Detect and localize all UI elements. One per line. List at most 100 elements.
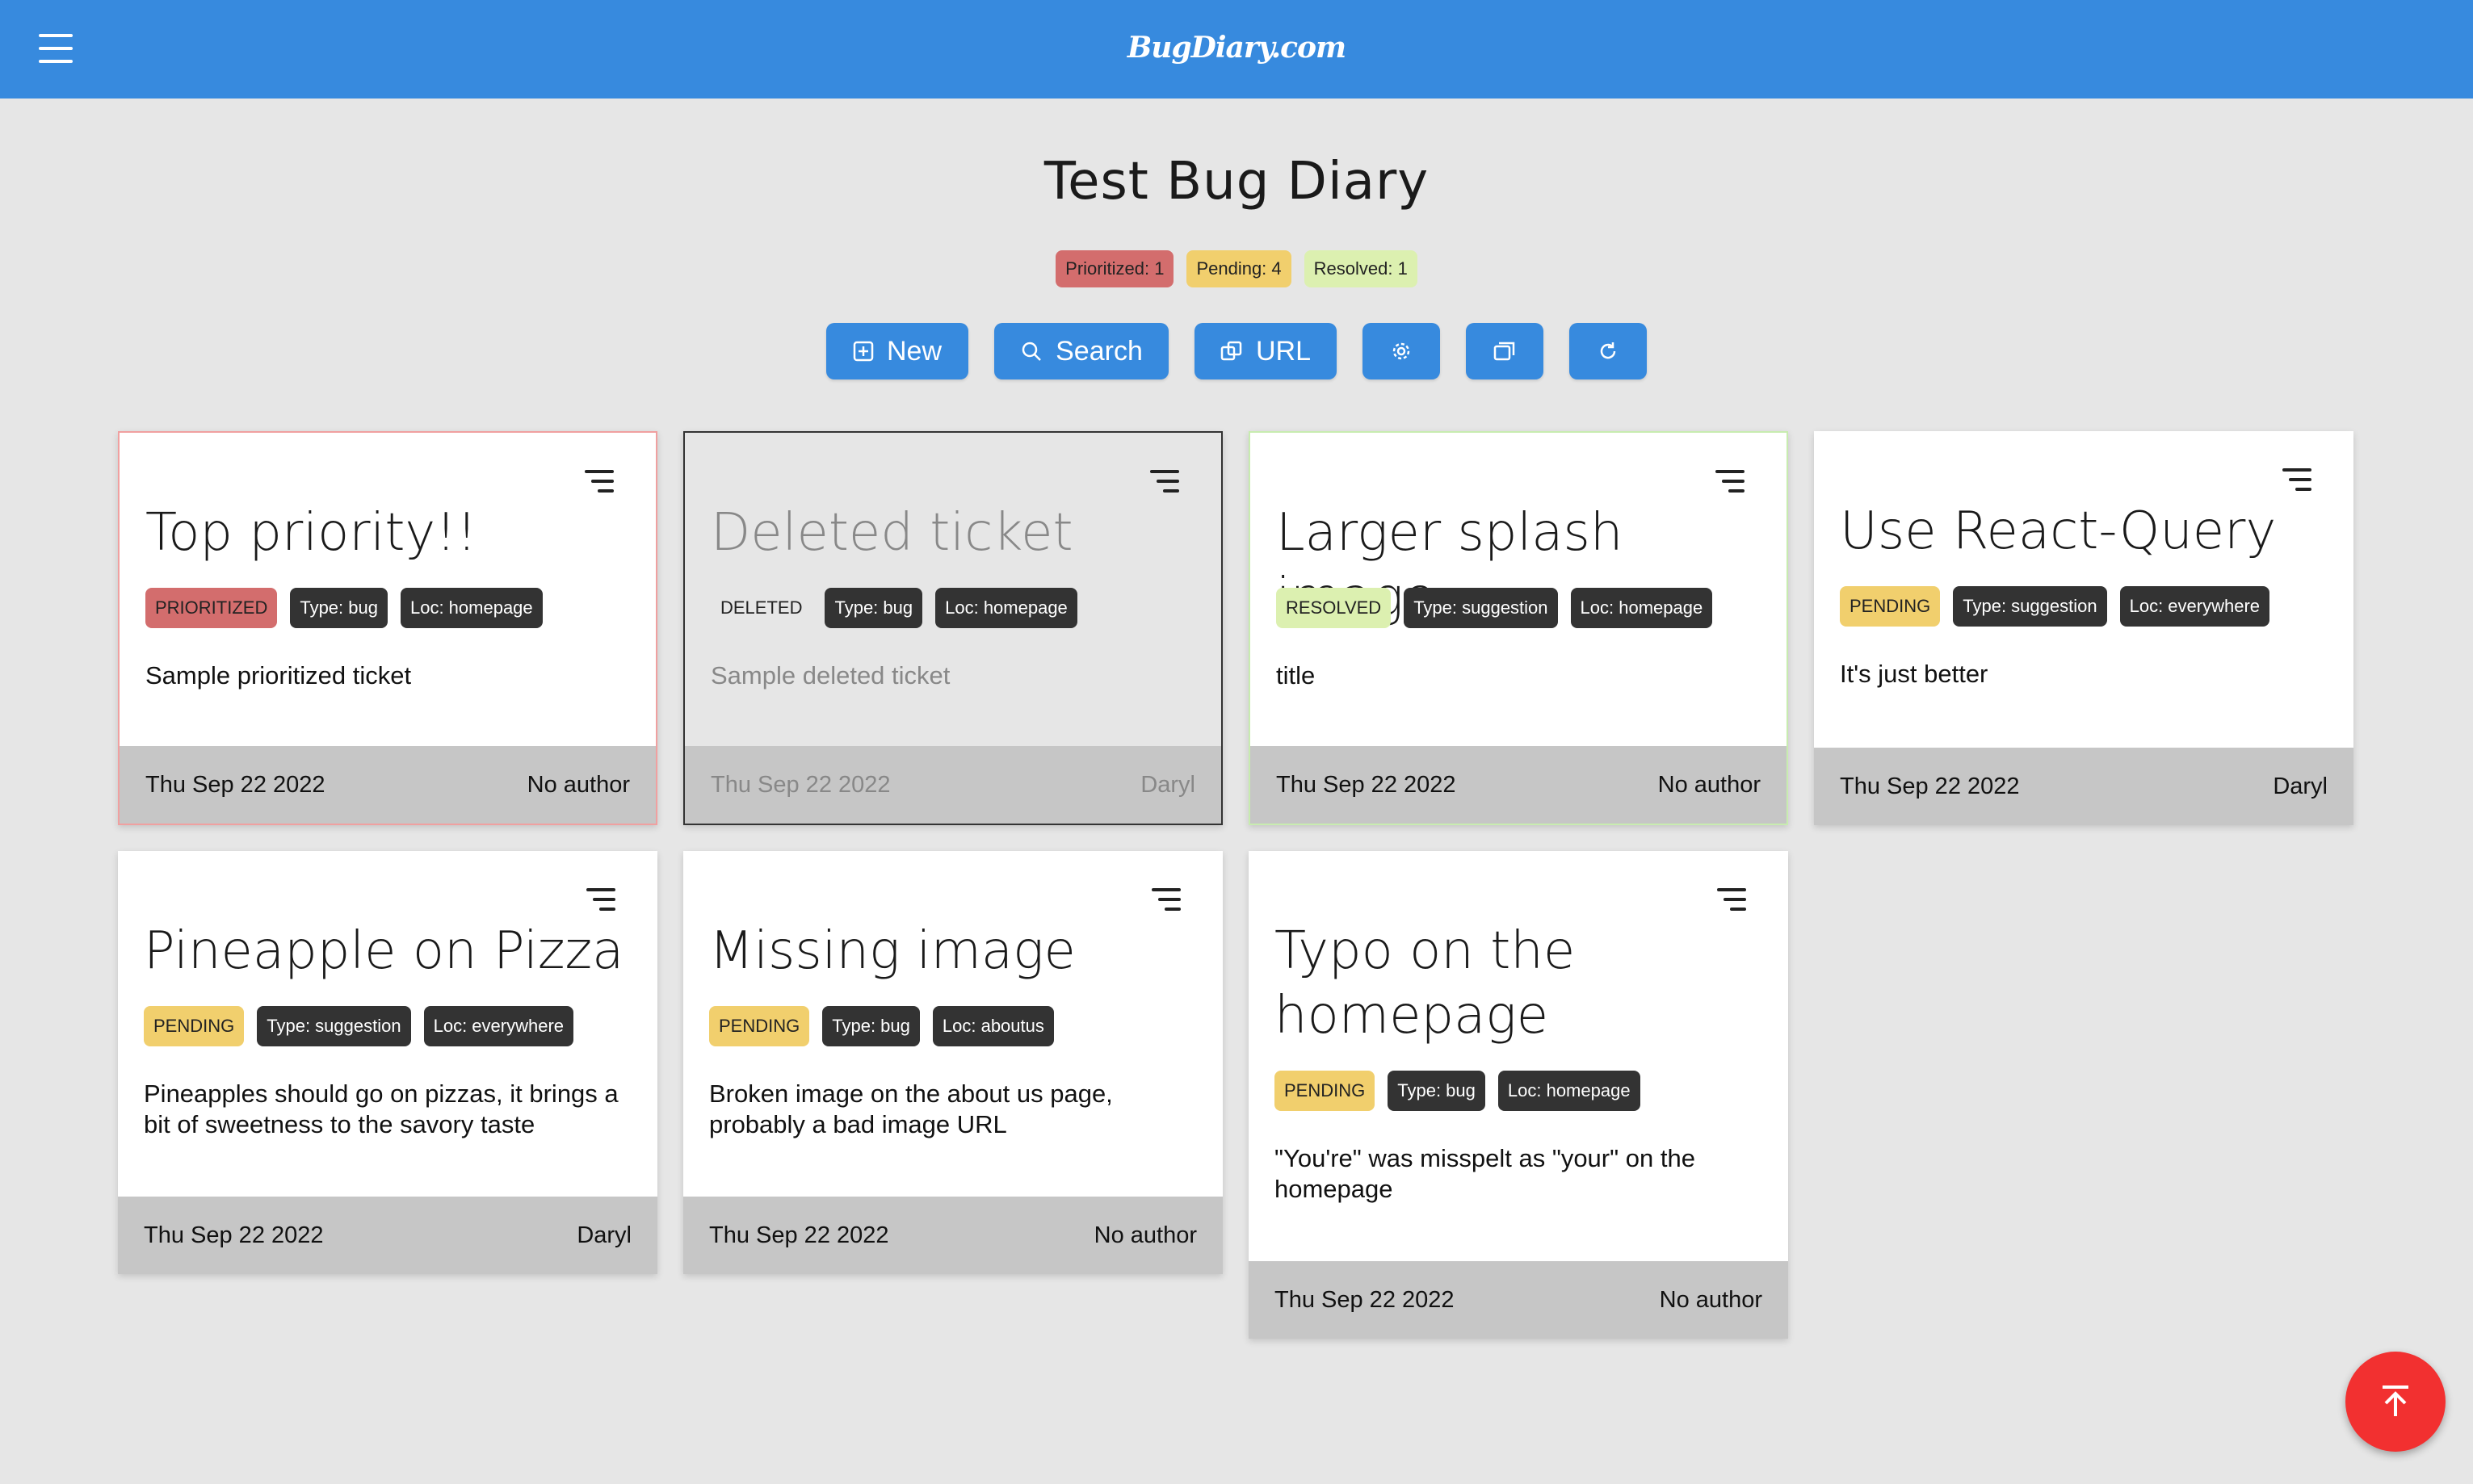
location-badge: Loc: homepage <box>400 588 543 628</box>
site-logo[interactable]: BugDiary.com <box>0 31 2473 65</box>
ticket-card[interactable]: Top priority!! PRIORITIZED Type: bug Loc: h… <box>118 431 657 825</box>
count-badge-resolved: Resolved: 1 <box>1304 250 1417 287</box>
ticket-author: No author <box>1659 1286 1762 1313</box>
refresh-button[interactable] <box>1569 323 1647 379</box>
type-badge: Type: bug <box>1388 1071 1485 1111</box>
ticket-description: Broken image on the about us page, proba… <box>709 1079 1113 1138</box>
ticket-card[interactable]: Use React-Query PENDING Type: suggestion Lo… <box>1814 431 2353 825</box>
ticket-title: Missing image <box>709 921 1076 981</box>
ticket-author: No author <box>1094 1222 1197 1248</box>
ticket-date: Thu Sep 22 2022 <box>1840 773 2020 799</box>
location-badge: Loc: everywhere <box>2119 586 2270 627</box>
ticket-tags: PENDING Type: suggestion Loc: everywhere <box>1840 586 2270 627</box>
window-icon <box>1493 342 1515 361</box>
ticket-card[interactable]: Deleted ticket DELETED Type: bug Loc: homep… <box>683 431 1223 825</box>
ticket-date: Thu Sep 22 2022 <box>145 771 325 798</box>
location-badge: Loc: homepage <box>1497 1071 1640 1111</box>
ticket-card[interactable]: Pineapple on Pizza PENDING Type: suggestio… <box>118 851 657 1274</box>
ticket-title: Pineapple on Pizza <box>144 921 624 981</box>
ticket-date: Thu Sep 22 2022 <box>1276 771 1456 798</box>
ticket-card[interactable]: Missing image PENDING Type: bug Loc: aboutu… <box>683 851 1223 1274</box>
status-badge: PENDING <box>709 1006 810 1046</box>
card-sort-menu-icon[interactable] <box>1717 888 1746 912</box>
card-sort-menu-icon[interactable] <box>1152 888 1181 912</box>
ticket-footer: Thu Sep 22 2022 Daryl <box>1814 748 2353 825</box>
type-badge: Type: bug <box>822 1006 920 1046</box>
ticket-date: Thu Sep 22 2022 <box>1274 1286 1455 1313</box>
card-sort-menu-icon[interactable] <box>586 888 615 912</box>
ticket-description: Pineapples should go on pizzas, it bring… <box>144 1079 619 1138</box>
toolbar: New Search URL <box>0 323 2473 379</box>
url-button[interactable]: URL <box>1195 323 1337 379</box>
location-badge: Loc: homepage <box>1570 588 1713 628</box>
ticket-description: Sample prioritized ticket <box>145 661 412 690</box>
ticket-title: Deleted ticket <box>711 503 1073 563</box>
ticket-title: Top priority!! <box>145 503 477 563</box>
ticket-description: It's just better <box>1840 660 1988 688</box>
search-icon <box>1022 342 1042 361</box>
ticket-footer: Thu Sep 22 2022 Daryl <box>685 746 1221 824</box>
status-badge: PENDING <box>144 1006 245 1046</box>
settings-button[interactable] <box>1362 323 1440 379</box>
ticket-date: Thu Sep 22 2022 <box>144 1222 324 1248</box>
type-badge: Type: suggestion <box>1404 588 1558 628</box>
plus-square-icon <box>853 341 874 362</box>
top-app-bar: BugDiary.com <box>0 0 2473 99</box>
ticket-footer: Thu Sep 22 2022 No author <box>1249 1261 1788 1339</box>
arrow-up-to-top-icon <box>2383 1385 2408 1416</box>
page-title: Test Bug Diary <box>1043 152 1430 212</box>
new-button[interactable]: New <box>826 323 968 379</box>
ticket-footer: Thu Sep 22 2022 No author <box>683 1197 1223 1274</box>
window-button[interactable] <box>1466 323 1543 379</box>
type-badge: Type: bug <box>290 588 388 628</box>
new-button-label: New <box>886 335 943 367</box>
type-badge: Type: bug <box>825 588 923 628</box>
ticket-card[interactable]: Larger splash imageRESOLVEDType: suggest… <box>1249 431 1788 825</box>
ticket-description: Sample deleted ticket <box>711 661 951 690</box>
ticket-title: Typo on the homepage <box>1274 921 1576 1046</box>
search-button-label: Search <box>1056 335 1143 367</box>
card-sort-menu-icon[interactable] <box>585 470 614 494</box>
ticket-tags: DELETED Type: bug Loc: homepage <box>711 588 1077 628</box>
ticket-footer: Thu Sep 22 2022 Daryl <box>118 1197 657 1274</box>
card-sort-menu-icon[interactable] <box>1715 470 1745 494</box>
ticket-tags: RESOLVED Type: suggestion Loc: homepage <box>1276 588 1713 628</box>
type-badge: Type: suggestion <box>257 1006 411 1046</box>
ticket-footer: Thu Sep 22 2022 No author <box>120 746 656 824</box>
ticket-author: No author <box>1657 771 1761 798</box>
ticket-description: "You're" was misspelt as "your" on the h… <box>1274 1144 1695 1203</box>
ticket-tags: PENDING Type: bug Loc: aboutus <box>709 1006 1054 1046</box>
refresh-icon <box>1600 342 1616 359</box>
scroll-to-top-button[interactable] <box>2345 1352 2446 1452</box>
status-badge: PENDING <box>1840 586 1941 627</box>
ticket-tags: PENDING Type: bug Loc: homepage <box>1274 1071 1640 1111</box>
ticket-card[interactable]: Typo on the homepage PENDING Type: bug Loc:… <box>1249 851 1788 1339</box>
ticket-author: Daryl <box>2273 773 2328 799</box>
status-badge: PENDING <box>1274 1071 1375 1111</box>
card-sort-menu-icon[interactable] <box>2282 468 2311 493</box>
ticket-author: Daryl <box>577 1222 632 1248</box>
ticket-description: title <box>1276 661 1316 690</box>
type-badge: Type: suggestion <box>1953 586 2107 627</box>
location-badge: Loc: aboutus <box>932 1006 1054 1046</box>
status-badge: PRIORITIZED <box>145 588 278 628</box>
ticket-footer: Thu Sep 22 2022 No author <box>1250 746 1787 824</box>
gear-icon <box>1392 342 1410 360</box>
ticket-date: Thu Sep 22 2022 <box>709 1222 889 1248</box>
ticket-title: Use React-Query <box>1840 501 2277 561</box>
location-badge: Loc: homepage <box>935 588 1077 628</box>
ticket-tags: PENDING Type: suggestion Loc: everywhere <box>144 1006 574 1046</box>
status-badge: RESOLVED <box>1276 588 1392 628</box>
url-button-label: URL <box>1255 335 1312 367</box>
count-badge-prioritized: Prioritized: 1 <box>1056 250 1174 287</box>
status-badge: DELETED <box>720 597 803 618</box>
ticket-date: Thu Sep 22 2022 <box>711 771 891 798</box>
copy-icon <box>1220 341 1242 361</box>
location-badge: Loc: everywhere <box>423 1006 574 1046</box>
count-badge-pending: Pending: 4 <box>1186 250 1291 287</box>
card-sort-menu-icon[interactable] <box>1150 470 1179 494</box>
status-counts: Prioritized: 1 Pending: 4 Resolved: 1 <box>0 250 2473 287</box>
ticket-author: No author <box>527 771 630 798</box>
search-button[interactable]: Search <box>994 323 1169 379</box>
ticket-author: Daryl <box>1140 771 1195 798</box>
